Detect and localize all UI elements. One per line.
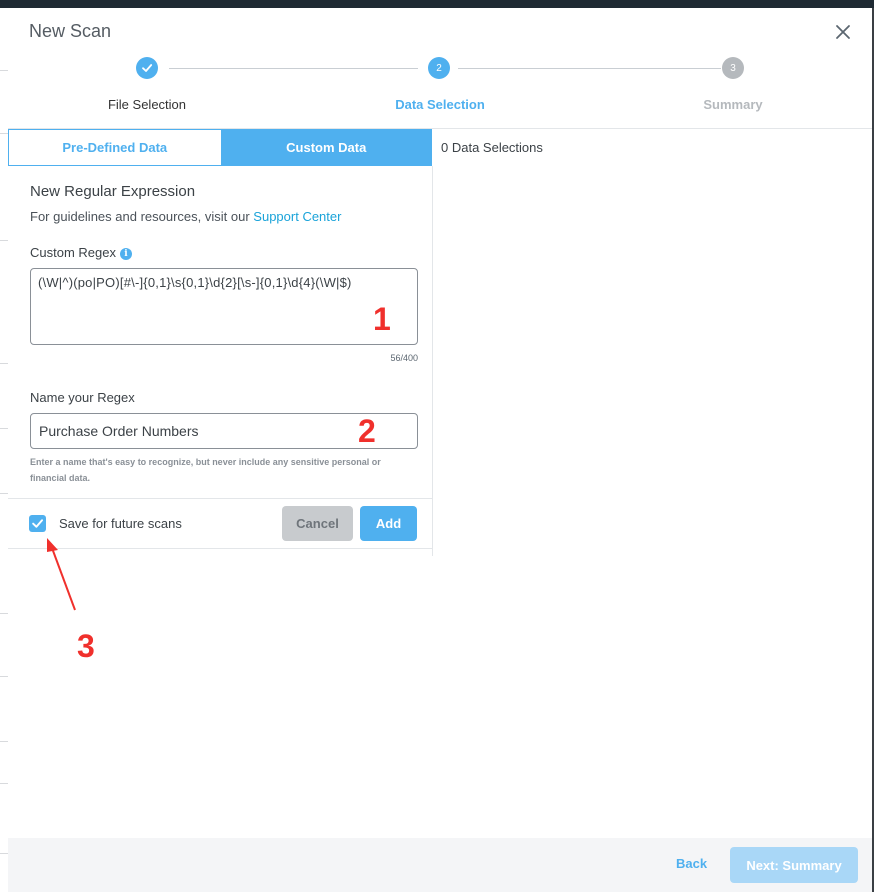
step-2-circle: 2 bbox=[428, 57, 450, 79]
custom-regex-input[interactable] bbox=[30, 268, 418, 345]
step-label-file-selection: File Selection bbox=[107, 97, 187, 112]
step-label-summary: Summary bbox=[703, 97, 763, 112]
save-for-future-label[interactable]: Save for future scans bbox=[59, 516, 182, 531]
data-type-tabs: Pre-Defined Data Custom Data bbox=[8, 129, 432, 166]
char-counter: 56/400 bbox=[390, 353, 418, 363]
add-button[interactable]: Add bbox=[360, 506, 417, 541]
annotation-number-1: 1 bbox=[373, 301, 391, 337]
name-regex-label: Name your Regex bbox=[30, 390, 135, 405]
guidelines-text: For guidelines and resources, visit our … bbox=[30, 209, 342, 224]
back-button[interactable]: Back bbox=[676, 856, 707, 871]
app-top-bar bbox=[0, 0, 874, 8]
next-summary-button[interactable]: Next: Summary bbox=[730, 847, 858, 883]
section-title: New Regular Expression bbox=[30, 183, 196, 200]
modal-title: New Scan bbox=[29, 21, 112, 41]
step-1-check-icon bbox=[136, 57, 158, 79]
stepper-connector bbox=[169, 68, 418, 69]
new-scan-modal: New Scan 2 3 File Selection Data Selecti… bbox=[8, 8, 872, 892]
tab-custom-data[interactable]: Custom Data bbox=[220, 129, 432, 166]
name-hint: Enter a name that's easy to recognize, b… bbox=[30, 457, 381, 483]
save-for-future-checkbox[interactable] bbox=[29, 515, 46, 532]
background-page-edge bbox=[0, 8, 8, 892]
tab-predefined-data[interactable]: Pre-Defined Data bbox=[8, 129, 221, 166]
support-center-link[interactable]: Support Center bbox=[253, 209, 341, 224]
form-footer-divider bbox=[8, 498, 433, 499]
custom-regex-label: Custom Regex i bbox=[30, 245, 132, 260]
check-icon bbox=[32, 519, 44, 528]
cancel-button[interactable]: Cancel bbox=[282, 506, 353, 541]
annotation-number-3: 3 bbox=[77, 628, 95, 664]
annotation-arrow bbox=[47, 538, 76, 611]
info-icon[interactable]: i bbox=[119, 248, 132, 260]
step-3-circle: 3 bbox=[722, 57, 744, 79]
stepper-connector bbox=[458, 68, 721, 69]
close-icon[interactable] bbox=[833, 22, 853, 42]
data-selections-count: 0 Data Selections bbox=[441, 140, 543, 155]
annotation-number-2: 2 bbox=[358, 413, 376, 449]
step-label-data-selection: Data Selection bbox=[395, 97, 485, 112]
